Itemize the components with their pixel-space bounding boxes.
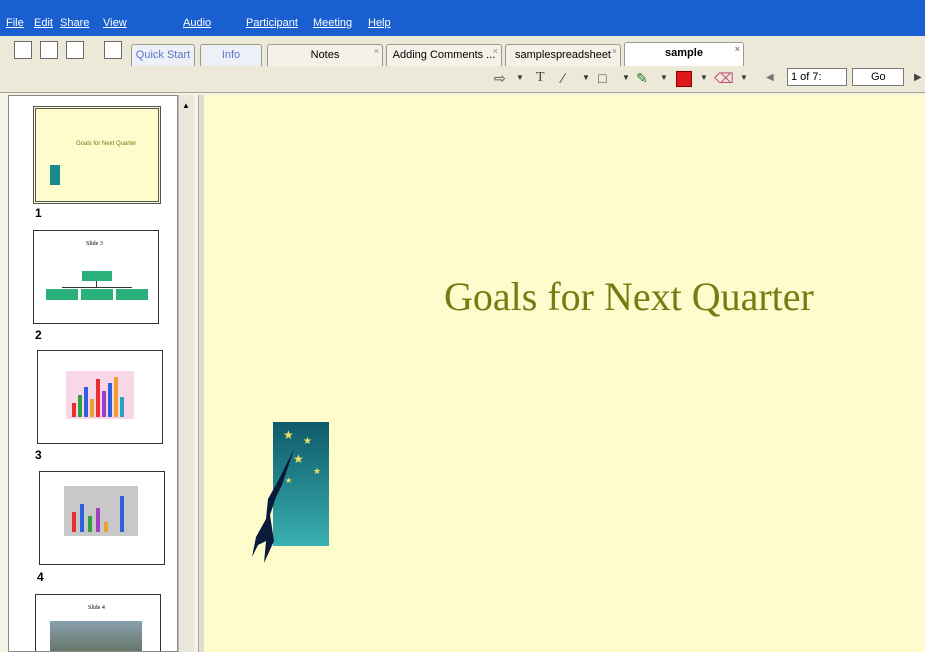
page-number-field[interactable]: 1 of 7: <box>787 68 847 86</box>
slide-title: Goals for Next Quarter <box>444 274 814 319</box>
tab-label: Adding Comments ... <box>392 49 496 61</box>
tab-label: Quick Start <box>135 49 191 61</box>
chart-bar <box>96 508 100 532</box>
thumbnail-chart <box>66 371 134 419</box>
close-icon[interactable]: × <box>493 41 498 61</box>
chart-bar <box>72 512 76 532</box>
thumbnail-slide-1[interactable]: Goals for Next Quarter <box>33 106 161 204</box>
tab-label: sample <box>665 47 703 59</box>
menu-meeting[interactable]: Meeting <box>313 17 352 29</box>
close-icon[interactable]: × <box>374 41 379 61</box>
chart-bar <box>120 397 124 417</box>
go-button[interactable]: Go <box>852 68 904 86</box>
arrow-tool-icon[interactable]: ⇨ <box>494 70 506 87</box>
thumbnail-slide-5[interactable]: Slide 4 <box>35 594 161 651</box>
figure-silhouette <box>252 449 294 563</box>
previous-page-icon[interactable]: ◀ <box>766 72 774 83</box>
chevron-down-icon[interactable]: ▼ <box>516 73 524 82</box>
tab-adding-comments[interactable]: Adding Comments ... × <box>386 44 502 66</box>
menu-view[interactable]: View <box>103 17 127 29</box>
close-icon[interactable]: × <box>735 39 740 59</box>
chart-bar <box>80 504 84 532</box>
thumbnail-number: 1 <box>35 206 42 220</box>
pencil-tool-icon[interactable]: ✎ <box>636 70 648 87</box>
chart-bar <box>104 522 108 532</box>
thumbnail-number: 4 <box>37 570 44 584</box>
org-chart-box <box>82 271 112 281</box>
chart-bar <box>120 496 124 532</box>
thumbnail-slide-2[interactable]: Slide 3 <box>33 230 159 324</box>
edit-icon[interactable] <box>104 41 122 59</box>
rectangle-tool-icon[interactable]: □ <box>598 70 606 86</box>
chart-bar <box>96 379 100 417</box>
thumbnail-caption: Slide 3 <box>86 241 103 247</box>
annotation-toolbar: ⇨ ▼ T ∕ ▼ □ ▼ ✎ ▼ ▼ ⌫ ▼ ◀ 1 of 7: Go ▶ <box>0 66 925 93</box>
menu-file[interactable]: File <box>6 17 24 29</box>
tab-sample[interactable]: sample × <box>624 42 744 66</box>
chart-bar <box>90 399 94 417</box>
org-chart-line <box>62 287 132 288</box>
close-icon[interactable]: × <box>612 41 617 61</box>
star-icon: ★ <box>313 466 322 476</box>
thumbnail-slide-4[interactable] <box>39 471 165 565</box>
menu-edit[interactable]: Edit <box>34 17 53 29</box>
thumbnail-caption: Slide 4 <box>88 605 105 611</box>
slide-canvas: Goals for Next Quarter ★ ★ ★ ★ ★ <box>204 95 925 652</box>
chart-bar <box>102 391 106 417</box>
chevron-down-icon[interactable]: ▼ <box>660 73 668 82</box>
star-icon: ★ <box>283 428 294 442</box>
chevron-down-icon[interactable]: ▼ <box>582 73 590 82</box>
menu-bar: File Edit Share View Audio Participant M… <box>0 0 925 36</box>
chart-bar <box>78 395 82 417</box>
chart-bar <box>72 403 76 417</box>
thumbnail-number: 2 <box>35 328 42 342</box>
org-chart-box <box>81 289 113 300</box>
menu-share[interactable]: Share <box>60 17 89 29</box>
menu-participant[interactable]: Participant <box>246 17 298 29</box>
org-chart-box <box>116 289 148 300</box>
chart-bar <box>108 383 112 417</box>
tab-row: Quick Start Info Notes × Adding Comments … <box>0 36 925 67</box>
chart-bar <box>88 516 92 532</box>
thumbnail-slide-3[interactable] <box>37 350 163 444</box>
chart-bar <box>114 377 118 417</box>
layout-document-icon[interactable] <box>14 41 32 59</box>
tab-label: Info <box>221 49 241 61</box>
eraser-tool-icon[interactable]: ⌫ <box>714 70 734 87</box>
scroll-up-icon[interactable]: ▲ <box>182 101 190 110</box>
chevron-down-icon[interactable]: ▼ <box>622 73 630 82</box>
text-tool-icon[interactable]: T <box>536 70 545 86</box>
chart-bar <box>84 387 88 417</box>
chevron-down-icon[interactable]: ▼ <box>700 73 708 82</box>
tab-notes[interactable]: Notes × <box>267 44 383 66</box>
thumbnail-chart <box>64 486 138 536</box>
tab-label: Notes <box>310 49 340 61</box>
next-page-icon[interactable]: ▶ <box>914 72 922 83</box>
tab-samplespreadsheet[interactable]: samplespreadsheet × <box>505 44 621 66</box>
org-chart-box <box>46 289 78 300</box>
thumbnail-picture <box>50 165 60 185</box>
layout-fullscreen-icon[interactable] <box>66 41 84 59</box>
thumbnail-caption: Goals for Next Quarter <box>76 141 137 147</box>
tab-info[interactable]: Info <box>200 44 262 66</box>
star-icon: ★ <box>303 436 312 447</box>
tab-quick-start[interactable]: Quick Start <box>131 44 195 66</box>
menu-help[interactable]: Help <box>368 17 391 29</box>
thumbnail-number: 3 <box>35 448 42 462</box>
thumbnail-scrollbar[interactable]: ▲ <box>178 95 194 652</box>
layout-window-icon[interactable] <box>40 41 58 59</box>
thumbnail-picture <box>50 621 142 651</box>
line-tool-icon[interactable]: ∕ <box>562 70 564 86</box>
tab-label: samplespreadsheet <box>514 49 611 61</box>
menu-audio[interactable]: Audio <box>183 17 211 29</box>
thumbnail-panel: Goals for Next Quarter 1 Slide 3 2 3 4 S… <box>8 95 178 652</box>
chevron-down-icon[interactable]: ▼ <box>740 73 748 82</box>
color-picker-icon[interactable] <box>676 71 692 87</box>
